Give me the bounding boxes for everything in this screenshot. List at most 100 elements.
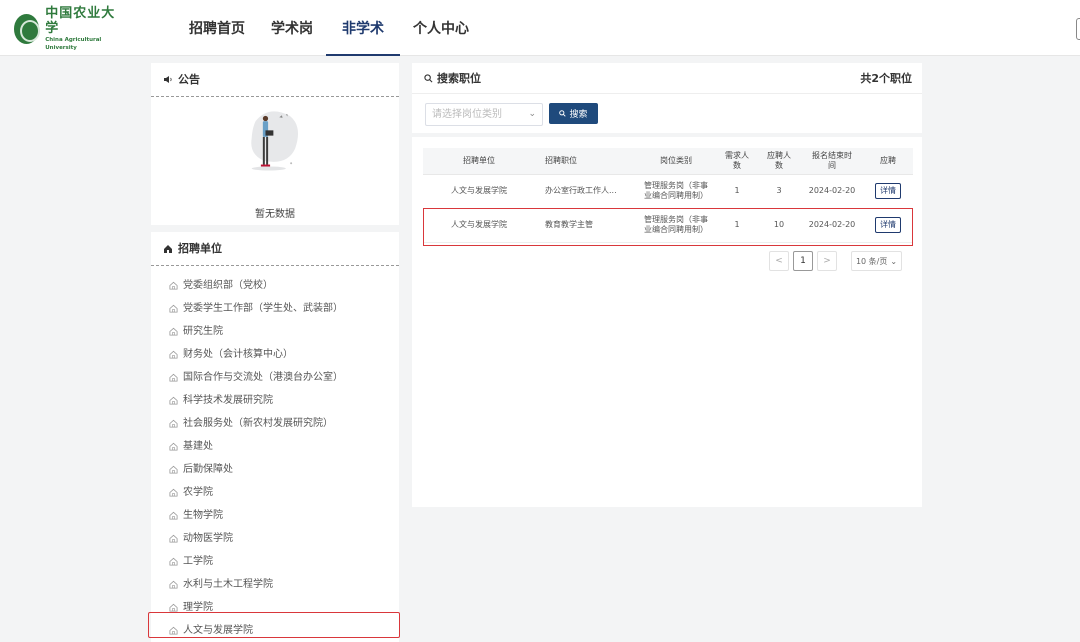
main-nav: 招聘首页 学术岗 非学术岗 个人中心 (176, 0, 482, 95)
notice-title: 公告 (178, 72, 200, 86)
unit-label: 工学院 (183, 556, 213, 567)
unit-list-item[interactable]: 水利与土木工程学院 (151, 573, 399, 596)
detail-button[interactable]: 详情 (875, 217, 901, 233)
building-icon (169, 419, 178, 428)
cell-unit: 人文与发展学院 (423, 208, 535, 243)
building-icon (169, 557, 178, 566)
unit-list-item[interactable]: 工学院 (151, 550, 399, 573)
header-apply: 应聘 (863, 148, 913, 175)
unit-label: 生物学院 (183, 510, 223, 521)
unit-label: 社会服务处（新农村发展研究院） (183, 418, 333, 429)
cell-need: 1 (717, 208, 757, 243)
unit-list-item[interactable]: 财务处（会计核算中心） (151, 343, 399, 366)
logo-english-name: China Agricultural University (45, 37, 102, 51)
cell-position: 教育教学主管 (535, 208, 635, 243)
unit-label: 水利与土木工程学院 (183, 579, 273, 590)
top-header: 中国农业大学 China Agricultural University 招聘首… (0, 0, 1080, 95)
university-logo[interactable]: 中国农业大学 China Agricultural University (14, 6, 126, 51)
unit-list-item[interactable]: 后勤保障处 (151, 458, 399, 481)
header-unit: 招聘单位 (423, 148, 535, 175)
page-1-button[interactable]: 1 (793, 251, 813, 271)
building-icon (169, 511, 178, 520)
search-icon (559, 110, 567, 117)
cell-action: 详情 (863, 208, 913, 243)
building-icon (169, 281, 178, 290)
unit-list-item[interactable]: 研究生院 (151, 320, 399, 343)
chevron-down-icon: ⌄ (528, 109, 536, 119)
unit-list: 党委组织部（党校） 党委学生工作部（学生处、武装部） 研究生院财务处（会计核算中心）… (151, 266, 399, 642)
nav-non-academic-posts[interactable]: 非学术岗 (326, 0, 400, 95)
cell-action: 详情 (863, 174, 913, 209)
unit-list-item[interactable]: 国际合作与交流处（港澳台办公室） (151, 366, 399, 389)
header-user-button[interactable] (1076, 18, 1080, 40)
positions-table: 招聘单位 招聘职位 岗位类别 需求人数 应聘人数 报名结束时间 应聘 人文与发展… (423, 148, 913, 243)
unit-label: 理学院 (183, 602, 213, 613)
unit-list-item[interactable]: 党委组织部（党校） (151, 274, 399, 297)
unit-list-item[interactable]: 基建处 (151, 435, 399, 458)
unit-label: 财务处（会计核算中心） (183, 349, 293, 360)
cell-applied: 3 (757, 174, 801, 209)
table-header-row: 招聘单位 招聘职位 岗位类别 需求人数 应聘人数 报名结束时间 应聘 (423, 148, 913, 175)
search-button-label: 搜索 (569, 110, 588, 120)
unit-label: 国际合作与交流处（港澳台办公室） (183, 372, 343, 383)
category-select[interactable]: 请选择岗位类别 ⌄ (425, 103, 543, 126)
cell-deadline: 2024-02-20 (801, 174, 863, 209)
nav-personal-center[interactable]: 个人中心 (400, 0, 482, 56)
home-icon (164, 244, 172, 253)
speaker-icon (164, 76, 172, 83)
category-select-placeholder: 请选择岗位类别 (432, 109, 502, 120)
building-icon (169, 534, 178, 543)
nav-recruit-home[interactable]: 招聘首页 (176, 0, 258, 56)
unit-label: 科学技术发展研究院 (183, 395, 273, 406)
cell-position: 办公室行政工作人... (535, 174, 635, 209)
prev-page-button[interactable]: < (769, 251, 789, 271)
header-position: 招聘职位 (535, 148, 635, 175)
table-row: 人文与发展学院 办公室行政工作人... 管理服务岗（非事业编合同聘用制） 1 3 2024… (423, 174, 913, 209)
building-icon (169, 626, 178, 635)
unit-label: 研究生院 (183, 326, 223, 337)
header-applied: 应聘人数 (757, 148, 801, 175)
cell-category: 管理服务岗（非事业编合同聘用制） (635, 208, 717, 243)
unit-label: 党委学生工作部（学生处、武装部） (183, 303, 343, 314)
search-title: 搜索职位 (437, 72, 481, 85)
building-icon (169, 373, 178, 382)
unit-label: 动物医学院 (183, 533, 233, 544)
unit-label: 农学院 (183, 487, 213, 498)
cell-need: 1 (717, 174, 757, 209)
empty-data-text: 暂无数据 (255, 209, 295, 220)
nav-academic-posts[interactable]: 学术岗 (258, 0, 326, 56)
unit-list-item[interactable]: 科学技术发展研究院 (151, 389, 399, 412)
unit-list-item[interactable]: 农学院 (151, 481, 399, 504)
unit-list-item[interactable]: 人文与发展学院 (151, 619, 399, 642)
search-panel: 搜索职位 共2个职位 请选择岗位类别 ⌄ 搜索 (412, 63, 922, 133)
page-size-label: 10 条/页 (855, 256, 888, 266)
unit-list-item[interactable]: 党委学生工作部（学生处、武装部） (151, 297, 399, 320)
next-page-button[interactable]: > (817, 251, 837, 271)
building-icon (169, 580, 178, 589)
cell-unit: 人文与发展学院 (423, 174, 535, 209)
unit-label: 人文与发展学院 (183, 625, 253, 636)
detail-button[interactable]: 详情 (875, 183, 901, 199)
unit-list-item[interactable]: 理学院 (151, 596, 399, 619)
unit-label: 党委组织部（党校） (183, 280, 273, 291)
building-icon (169, 465, 178, 474)
logo-chinese-name: 中国农业大学 (45, 6, 116, 36)
page-size-select[interactable]: 10 条/页 ⌄ (851, 251, 902, 271)
university-emblem-icon (14, 14, 41, 44)
search-button[interactable]: 搜索 (549, 103, 598, 124)
header-need: 需求人数 (717, 148, 757, 175)
unit-list-item[interactable]: 社会服务处（新农村发展研究院） (151, 412, 399, 435)
cell-deadline: 2024-02-20 (801, 208, 863, 243)
notice-panel: 公告 暂无数据 (151, 63, 399, 225)
building-icon (169, 603, 178, 612)
unit-list-item[interactable]: 生物学院 (151, 504, 399, 527)
building-icon (169, 350, 178, 359)
search-icon (424, 73, 433, 82)
unit-list-item[interactable]: 动物医学院 (151, 527, 399, 550)
unit-label: 后勤保障处 (183, 464, 233, 475)
units-title: 招聘单位 (178, 241, 222, 255)
unit-label: 基建处 (183, 441, 213, 452)
cell-applied: 10 (757, 208, 801, 243)
position-count: 共2个职位 (860, 72, 912, 85)
empty-state-illustration (251, 111, 299, 171)
